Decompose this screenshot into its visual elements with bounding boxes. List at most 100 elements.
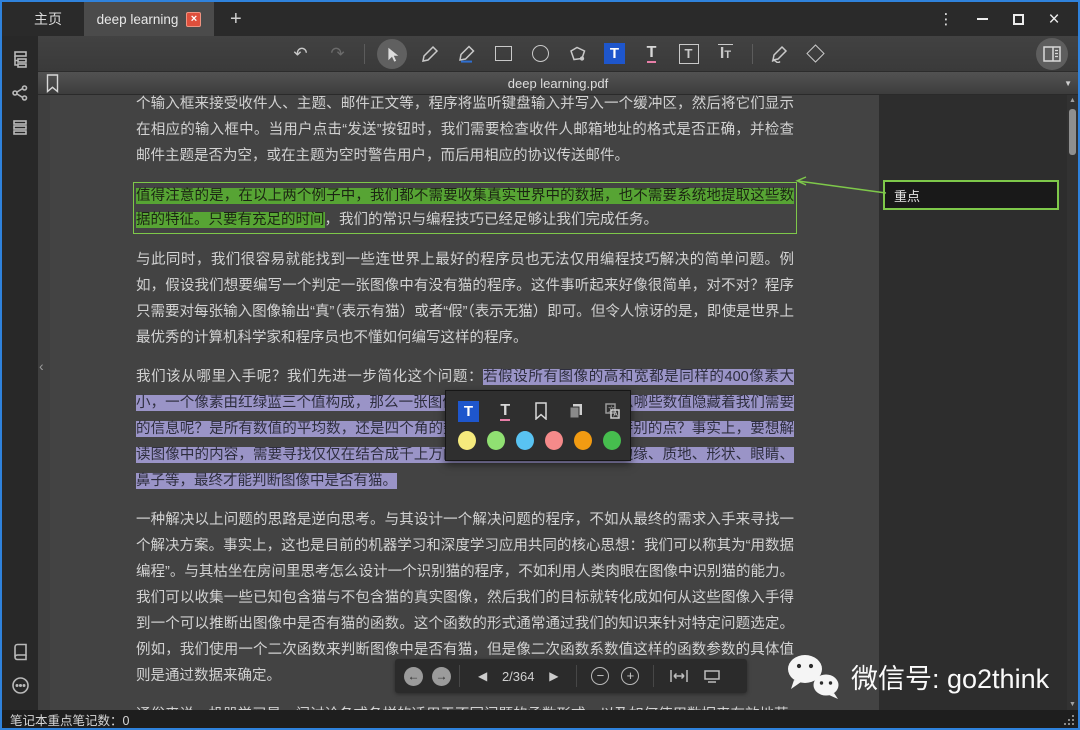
maximize-icon bbox=[1012, 13, 1024, 25]
popup-underline-button[interactable]: T bbox=[496, 401, 515, 422]
body-text[interactable]: 我们该从哪里入手呢？我们先进一步简化这个问题： bbox=[136, 369, 483, 385]
page-indicator[interactable]: 2/364 bbox=[497, 669, 539, 684]
mindmap-icon[interactable] bbox=[2, 76, 38, 110]
popup-copy-button[interactable] bbox=[567, 401, 586, 422]
status-bar: 笔记本重点笔记数：0 bbox=[2, 710, 1078, 728]
more-icon[interactable] bbox=[2, 668, 38, 702]
notes-panel: 重点 bbox=[879, 95, 1067, 710]
title-bar: 主页 deep learning × + ⋮ × bbox=[2, 2, 1078, 36]
text-highlight-icon: T bbox=[604, 43, 625, 64]
nav-separator bbox=[653, 665, 655, 687]
document-title: deep learning.pdf bbox=[507, 75, 609, 91]
history-forward-button[interactable]: → bbox=[432, 666, 451, 686]
resize-grip[interactable] bbox=[1063, 714, 1074, 725]
ellipse-tool[interactable] bbox=[527, 40, 555, 68]
popup-translate-button[interactable]: 文A bbox=[603, 401, 622, 422]
text-highlight-icon: T bbox=[458, 400, 479, 422]
eraser-tool[interactable] bbox=[802, 40, 830, 68]
nav-separator bbox=[459, 665, 460, 687]
color-dot[interactable] bbox=[487, 430, 505, 450]
status-text: 笔记本重点笔记数：0 bbox=[10, 713, 130, 728]
close-button[interactable]: × bbox=[1036, 2, 1072, 36]
note-card[interactable]: 重点 bbox=[883, 180, 1059, 210]
text-underline-tool[interactable]: T bbox=[638, 40, 666, 68]
next-page-button[interactable]: ▶ bbox=[549, 669, 558, 683]
color-dot[interactable] bbox=[516, 430, 534, 450]
text-box-tool[interactable]: T bbox=[675, 40, 703, 68]
body-text[interactable]: 个输入框来接受收件人、主题、邮件正文等，程序将监听键盘输入并写入一个缓冲区，然后… bbox=[136, 96, 794, 164]
fit-width-button[interactable] bbox=[669, 668, 689, 684]
rectangle-icon bbox=[495, 46, 512, 61]
wechat-icon bbox=[788, 655, 839, 699]
new-tab-button[interactable]: + bbox=[230, 8, 242, 31]
collapse-handle-icon[interactable]: ‹ bbox=[39, 358, 44, 374]
annotation-toolbar: ↶ ↷ T T T IT bbox=[38, 36, 1078, 72]
body-text[interactable]: 与此同时，我们很容易就能找到一些连世界上最好的程序员也无法仅用编程技巧解决的简单… bbox=[136, 252, 794, 346]
toolbar-separator bbox=[363, 43, 365, 64]
color-dot[interactable] bbox=[458, 430, 476, 450]
popup-color-row bbox=[458, 427, 621, 453]
insert-text-tool[interactable]: IT bbox=[712, 40, 740, 68]
watermark-text: 微信号: go2think bbox=[851, 663, 1050, 694]
scroll-down-icon[interactable]: ▼ bbox=[1067, 701, 1078, 708]
text-underline-icon: T bbox=[500, 401, 511, 421]
menu-icon[interactable]: ⋮ bbox=[928, 2, 964, 36]
squiggly-line-tool[interactable] bbox=[765, 40, 793, 68]
color-dot[interactable] bbox=[603, 430, 621, 450]
eraser-icon bbox=[806, 44, 825, 63]
app-window: 主页 deep learning × + ⋮ × ↶ ↷ T T T IT de… bbox=[0, 0, 1080, 730]
vertical-scrollbar[interactable]: ▲ ▼ bbox=[1067, 95, 1078, 710]
text-highlight-tool[interactable]: T bbox=[601, 40, 629, 68]
document-header: deep learning.pdf ▼ bbox=[38, 72, 1078, 95]
text-underline-icon: T bbox=[646, 44, 657, 63]
maximize-button[interactable] bbox=[1000, 2, 1036, 36]
scroll-up-icon[interactable]: ▲ bbox=[1067, 97, 1078, 104]
popup-tool-row: T T 文A bbox=[458, 398, 621, 424]
nav-separator bbox=[576, 665, 578, 687]
insert-text-icon: IT bbox=[717, 43, 734, 62]
minimize-button[interactable] bbox=[964, 2, 1000, 36]
polygon-tool[interactable] bbox=[564, 40, 592, 68]
home-tab[interactable]: 主页 bbox=[34, 9, 62, 29]
popup-bookmark-button[interactable] bbox=[532, 401, 551, 422]
toolbar-separator bbox=[751, 43, 753, 64]
highlighter-tool[interactable] bbox=[453, 40, 481, 68]
tab-label: deep learning bbox=[96, 11, 179, 27]
undo-button[interactable]: ↶ bbox=[287, 40, 315, 68]
pen-tool[interactable] bbox=[416, 40, 444, 68]
scrollbar-thumb[interactable] bbox=[1069, 109, 1076, 155]
ellipse-icon bbox=[532, 45, 549, 62]
color-dot[interactable] bbox=[545, 430, 563, 450]
rectangle-tool[interactable] bbox=[490, 40, 518, 68]
redo-button[interactable]: ↷ bbox=[324, 40, 352, 68]
zoom-out-button[interactable]: − bbox=[591, 667, 610, 685]
popup-highlight-button[interactable]: T bbox=[458, 400, 479, 422]
notes-list-icon[interactable] bbox=[2, 110, 38, 144]
page-navigator: ← → ◀ 2/364 ▶ − + bbox=[395, 659, 747, 693]
annotated-paragraph[interactable]: 值得注意的是，在以上两个例子中，我们都不需要收集真实世界中的数据，也不需要系统地… bbox=[133, 182, 797, 234]
history-back-button[interactable]: ← bbox=[404, 666, 423, 686]
prev-page-button[interactable]: ◀ bbox=[478, 669, 487, 683]
notebook-icon[interactable] bbox=[2, 634, 38, 668]
paragraph[interactable]: 通俗来说，机器学习是一门讨论各式各样的适用于不同问题的函数形式，以及如何使用数据… bbox=[136, 702, 794, 710]
outline-icon[interactable] bbox=[2, 42, 38, 76]
left-sidebar bbox=[2, 36, 38, 710]
document-tab[interactable]: deep learning × bbox=[84, 2, 214, 36]
fit-page-button[interactable] bbox=[703, 669, 721, 684]
minimize-icon bbox=[976, 18, 988, 20]
body-text[interactable]: ，我们的常识与编程技巧已经足够让我们完成任务。 bbox=[325, 212, 659, 228]
paragraph[interactable]: 个输入框来接受收件人、主题、邮件正文等，程序将监听键盘输入并写入一个缓冲区，然后… bbox=[136, 95, 794, 169]
text-box-icon: T bbox=[678, 43, 699, 64]
svg-text:A: A bbox=[613, 412, 618, 419]
selection-popup: T T 文A bbox=[445, 390, 631, 461]
panel-layout-toggle[interactable] bbox=[1036, 38, 1068, 70]
panel-gutter: ‹ bbox=[38, 95, 50, 710]
paragraph[interactable]: 与此同时，我们很容易就能找到一些连世界上最好的程序员也无法仅用编程技巧解决的简单… bbox=[136, 247, 794, 351]
pointer-tool[interactable] bbox=[376, 38, 407, 69]
window-controls: ⋮ × bbox=[928, 2, 1072, 36]
header-caret-icon[interactable]: ▼ bbox=[1064, 79, 1072, 88]
color-dot[interactable] bbox=[574, 430, 592, 450]
watermark: 微信号: go2think bbox=[785, 652, 1049, 700]
tab-close-icon[interactable]: × bbox=[186, 11, 202, 27]
zoom-in-button[interactable]: + bbox=[621, 667, 640, 685]
